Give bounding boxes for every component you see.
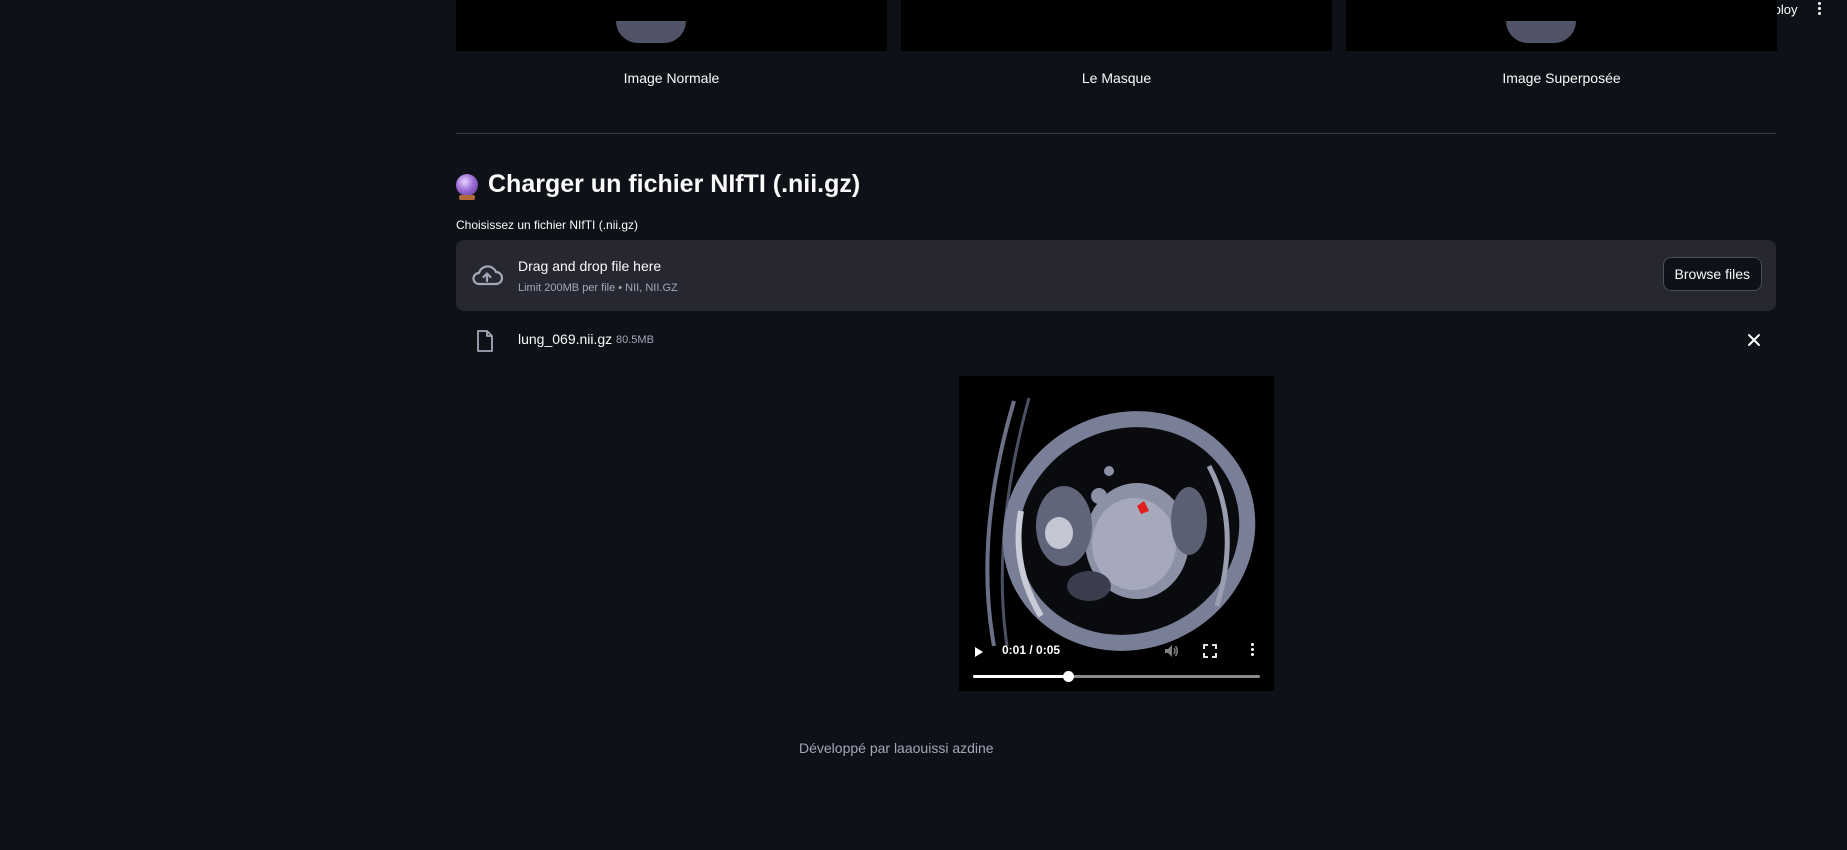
file-icon [477, 330, 493, 352]
video-controls: 0:01 / 0:05 [959, 631, 1274, 691]
volume-icon[interactable] [1163, 643, 1179, 659]
file-dropzone[interactable]: Drag and drop file here Limit 200MB per … [456, 240, 1776, 311]
uploaded-file-size: 80.5MB [616, 334, 654, 346]
video-progress-slider[interactable] [973, 671, 1260, 682]
caption-image-overlay: Image Superposée [1502, 70, 1621, 86]
section-divider [456, 133, 1776, 134]
fullscreen-icon[interactable] [1203, 644, 1217, 658]
video-time: 0:01 / 0:05 [1002, 643, 1061, 657]
uploaded-file-name: lung_069.nii.gz [518, 331, 613, 347]
browse-files-button[interactable]: Browse files [1662, 257, 1762, 291]
image-mask [901, 0, 1332, 51]
video-progress-thumb[interactable] [1062, 671, 1074, 682]
image-overlay [1346, 0, 1777, 51]
ct-video-player[interactable]: 0:01 / 0:05 [959, 376, 1274, 691]
caption-image-normal: Image Normale [623, 70, 720, 86]
video-progress-fill [973, 675, 1068, 678]
uploaded-file-row: lung_069.nii.gz 80.5MB [456, 326, 1776, 354]
caption-mask: Le Masque [1081, 70, 1152, 86]
crystal-ball-icon [456, 173, 478, 200]
upload-heading-text: Charger un fichier NIfTI (.nii.gz) [488, 170, 861, 198]
file-uploader-label: Choisissez un fichier NIfTI (.nii.gz) [456, 218, 639, 232]
dropzone-title: Drag and drop file here [518, 258, 662, 274]
dropzone-subtitle: Limit 200MB per file • NII, NII.GZ [518, 282, 678, 294]
cloud-upload-icon [472, 265, 504, 286]
remove-file-icon[interactable] [1746, 332, 1762, 348]
main-menu-icon[interactable] [1813, 0, 1825, 16]
footer-credit: Développé par laaouissi azdine [799, 740, 994, 756]
upload-heading: Charger un fichier NIfTI (.nii.gz) [456, 170, 861, 200]
video-options-icon[interactable] [1250, 643, 1254, 659]
image-normal [456, 0, 887, 51]
play-icon[interactable] [975, 647, 983, 657]
